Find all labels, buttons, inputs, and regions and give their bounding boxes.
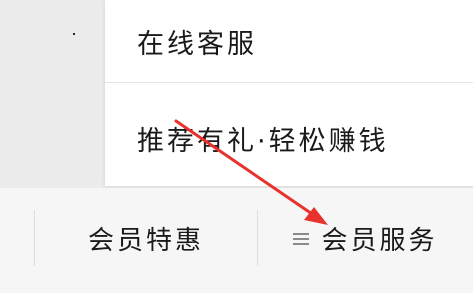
member-service-label: 会员服务 <box>321 225 438 256</box>
menu-icon <box>293 231 310 247</box>
menu-item-label: 在线客服 <box>137 28 257 60</box>
menu-item-online-service[interactable]: 在线客服 <box>105 0 473 82</box>
member-service-button[interactable]: 会员服务 <box>258 216 473 260</box>
bottom-menu-bar: 会员特惠 会员服务 <box>0 188 473 293</box>
member-offers-button[interactable]: 会员特惠 <box>35 216 257 260</box>
popup-menu: 在线客服 推荐有礼·轻松赚钱 <box>105 0 473 186</box>
menu-item-label: 推荐有礼·轻松赚钱 <box>137 125 389 157</box>
menu-divider <box>105 82 473 83</box>
menu-item-referral[interactable]: 推荐有礼·轻松赚钱 <box>105 95 473 181</box>
member-offers-label: 会员特惠 <box>87 225 204 256</box>
background-dot <box>73 33 75 35</box>
